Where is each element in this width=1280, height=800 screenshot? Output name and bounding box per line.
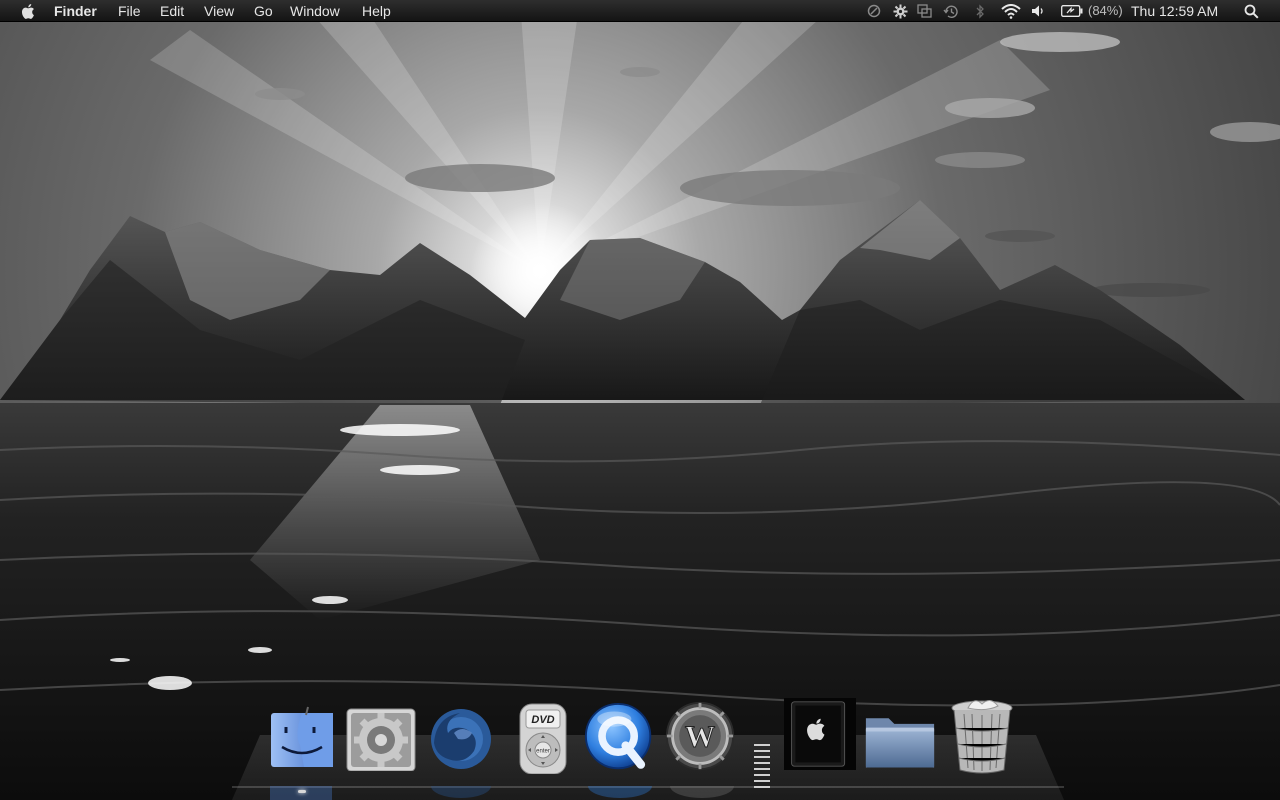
dock-item-warcraft[interactable]: W xyxy=(664,700,736,772)
menu-help[interactable]: Help xyxy=(362,2,391,20)
dock-item-trash[interactable] xyxy=(946,700,1018,774)
dock-item-documents-folder[interactable] xyxy=(864,704,936,776)
dvd-label: DVD xyxy=(531,714,554,726)
running-indicator xyxy=(298,790,306,793)
dock-item-system-preferences[interactable] xyxy=(345,702,417,774)
time-machine-icon[interactable] xyxy=(942,3,960,19)
bluetooth-icon[interactable] xyxy=(974,3,986,19)
dvd-enter-label: enter xyxy=(536,749,550,755)
app-menu-finder[interactable]: Finder xyxy=(54,2,97,20)
battery-icon[interactable] xyxy=(1060,3,1084,19)
menu-edit[interactable]: Edit xyxy=(160,2,184,20)
dock-reflection xyxy=(664,786,736,800)
firefox-icon xyxy=(431,709,491,769)
dock-item-applications-stack[interactable] xyxy=(784,698,856,770)
wifi-icon[interactable] xyxy=(1000,3,1022,19)
trash-icon xyxy=(951,700,1013,774)
apple-logo-icon[interactable] xyxy=(18,2,36,20)
dock-reflection xyxy=(424,786,496,800)
finder-icon xyxy=(271,706,333,767)
dock-item-quicktime[interactable] xyxy=(584,702,656,774)
menu-go[interactable]: Go xyxy=(254,2,273,20)
dock-separator[interactable] xyxy=(750,740,774,796)
warcraft-letter: W xyxy=(685,719,715,753)
dock-item-finder[interactable] xyxy=(266,702,338,774)
dock-reflection xyxy=(584,786,656,800)
spotlight-search-icon[interactable] xyxy=(1242,3,1260,19)
dock-item-firefox[interactable] xyxy=(424,703,496,775)
system-preferences-icon xyxy=(346,708,416,771)
window-icon[interactable] xyxy=(916,3,932,19)
folder-icon xyxy=(865,718,935,768)
menu-file[interactable]: File xyxy=(118,2,141,20)
dvd-player-icon: DVD enter xyxy=(519,703,567,774)
dock-item-dvd-player[interactable]: DVD enter xyxy=(506,702,578,774)
menu-window[interactable]: Window xyxy=(290,2,340,20)
gear-badge-icon[interactable] xyxy=(892,3,908,19)
dock-reflection xyxy=(266,786,338,800)
quicktime-icon xyxy=(584,702,652,770)
menu-view[interactable]: View xyxy=(204,2,234,20)
desktop-wallpaper xyxy=(0,0,1280,800)
menu-clock[interactable]: Thu 12:59 AM xyxy=(1131,2,1218,20)
apple-stack-icon xyxy=(784,698,856,770)
volume-icon[interactable] xyxy=(1030,3,1046,19)
battery-percent[interactable]: (84%) xyxy=(1088,2,1123,20)
warcraft-icon: W xyxy=(665,701,735,771)
menu-bar: Finder File Edit View Go Window Help (84… xyxy=(0,0,1280,22)
sync-icon[interactable] xyxy=(866,3,882,19)
